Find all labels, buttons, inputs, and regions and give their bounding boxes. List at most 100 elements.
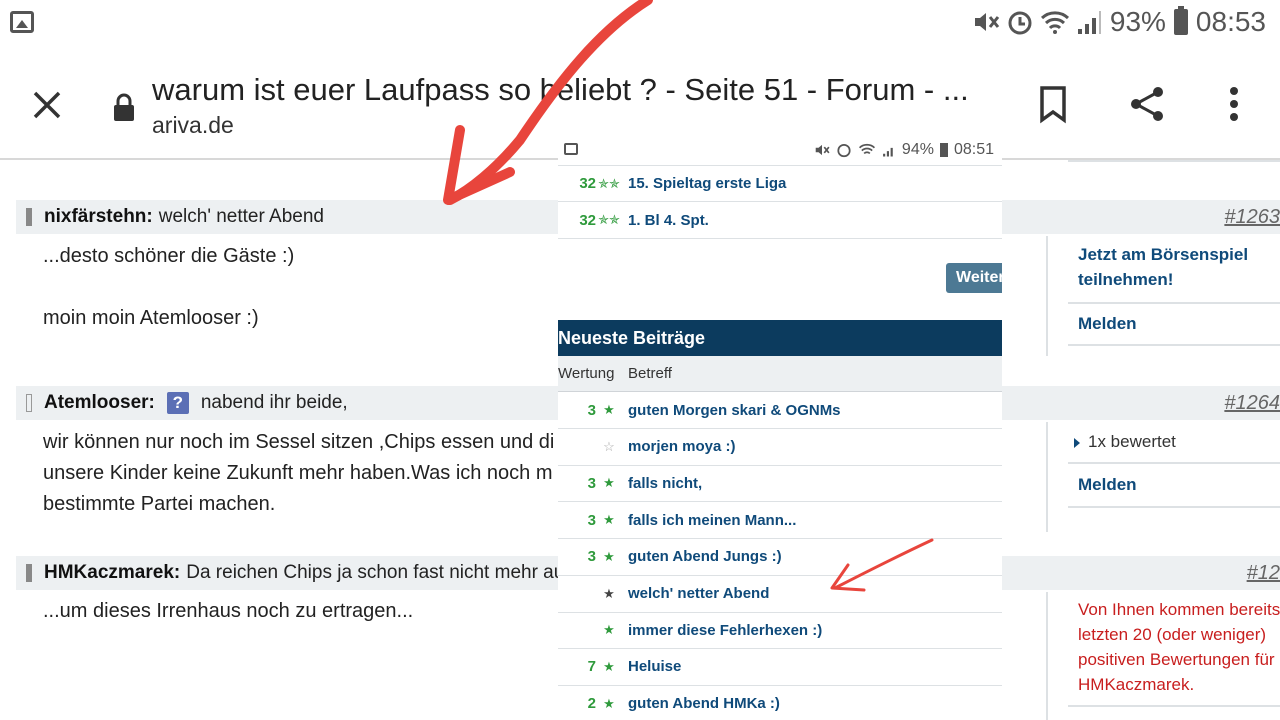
rating-score: 7 — [587, 658, 596, 676]
rating-score: 32 — [579, 211, 596, 229]
status-bar: 93% 08:53 — [0, 0, 1280, 46]
section-title: Neueste Beiträge — [558, 320, 1002, 356]
post-subject: Da reichen Chips ja schon fast nicht meh… — [186, 562, 565, 583]
post-number[interactable]: #1264 — [1224, 392, 1280, 415]
close-icon[interactable] — [30, 88, 64, 122]
column-header-subject[interactable]: Betreff — [628, 365, 672, 382]
list-item[interactable]: 32 ✯✯ 1. Bl 4. Spt. — [558, 202, 1002, 239]
post-link[interactable]: morjen moya :) — [628, 438, 736, 455]
more-vert-icon[interactable] — [1214, 84, 1254, 124]
screen: 93% 08:53 warum ist euer Laufpass so bel… — [0, 0, 1280, 720]
page-title[interactable]: warum ist euer Laufpass so beliebt ? - S… — [152, 72, 982, 108]
table-row[interactable]: ★ welch' netter Abend — [558, 576, 1002, 613]
clock: 08:53 — [1195, 6, 1266, 37]
table-row[interactable]: ★ immer diese Fehlerhexen :) — [558, 612, 1002, 650]
wifi-icon — [1040, 11, 1069, 34]
rating-notice-line: HMKaczmarek. — [1078, 675, 1195, 694]
rating-score: 32 — [579, 175, 596, 192]
share-icon[interactable] — [1128, 84, 1168, 124]
lock-icon — [114, 93, 134, 121]
post-number[interactable]: #1263 — [1224, 206, 1280, 229]
sidebar-separator — [1068, 302, 1280, 304]
table-row[interactable]: ☆ morjen moya :) — [558, 429, 1002, 466]
boersenspiel-link-line: Jetzt am Börsenspiel — [1078, 245, 1249, 264]
post-link[interactable]: 15. Spieltag erste Liga — [628, 175, 786, 192]
table-row[interactable]: 3 ★ falls ich meinen Mann... — [558, 502, 1002, 540]
sidebar-separator — [1068, 344, 1280, 346]
overlay-screenshot: 94% 08:51 32 ✯✯ 15. Spieltag erste Liga … — [558, 135, 1002, 720]
mute-icon — [974, 13, 1000, 31]
battery-percent: 93% — [1109, 6, 1166, 37]
sidebar-separator — [1068, 705, 1280, 707]
mute-icon — [815, 144, 830, 156]
post-line — [43, 272, 294, 303]
sidebar-separator — [1068, 506, 1280, 508]
post-author[interactable]: HMKaczmarek: — [44, 562, 180, 584]
post-marker — [26, 208, 32, 226]
star-icon: ★ — [603, 475, 615, 491]
post-link[interactable]: guten Morgen skari & OGNMs — [628, 402, 841, 419]
signal-icon — [882, 147, 893, 157]
table-header: Wertung Betreff — [558, 356, 1002, 392]
report-link[interactable]: Melden — [1078, 472, 1137, 497]
column-header-rating[interactable]: Wertung — [558, 365, 628, 382]
bookmark-icon[interactable] — [1034, 84, 1074, 124]
overlay-battery-percent: 94% — [901, 141, 934, 158]
post-link[interactable]: immer diese Fehlerhexen :) — [628, 622, 822, 639]
rating-score: 2 — [587, 695, 596, 713]
table-row[interactable]: 7 ★ Heluise — [558, 649, 1002, 686]
post-link[interactable]: guten Abend Jungs :) — [628, 548, 782, 565]
star-icon: ★ — [603, 402, 615, 417]
post-link[interactable]: Heluise — [628, 658, 681, 675]
post-link[interactable]: 1. Bl 4. Spt. — [628, 212, 709, 229]
star-icon: ★ — [603, 695, 615, 711]
star-icon: ★ — [603, 512, 615, 528]
post-line: wir können nur noch im Sessel sitzen ,Ch… — [43, 431, 555, 453]
table-row[interactable]: 2 ★ guten Abend HMKa :) — [558, 686, 1002, 720]
post-author[interactable]: Atemlooser: — [44, 392, 155, 414]
post-author[interactable]: nixfärstehn: — [44, 206, 153, 228]
alarm-icon — [1008, 11, 1032, 35]
sidebar-divider — [1046, 592, 1048, 720]
alarm-icon — [837, 144, 851, 158]
rating-score: 3 — [587, 401, 596, 419]
star-icon: ☆ — [603, 438, 615, 454]
star-icon: ★ — [603, 585, 615, 601]
rating-notice-line: letzten 20 (oder weniger) — [1078, 625, 1267, 644]
post-line: moin moin Atemlooser :) — [43, 307, 259, 329]
list-item[interactable]: 32 ✯✯ 15. Spieltag erste Liga — [558, 165, 1002, 202]
table-row[interactable]: 3 ★ guten Abend Jungs :) — [558, 539, 1002, 576]
table-row[interactable]: 3 ★ falls nicht, — [558, 465, 1002, 503]
rating-count[interactable]: 1x bewertet — [1074, 432, 1176, 452]
star-icon: ★ — [603, 548, 615, 564]
sidebar-divider — [1046, 236, 1048, 356]
gallery-icon — [10, 11, 34, 33]
post-line: ...um dieses Irrenhaus noch zu ertragen.… — [43, 600, 414, 622]
rating-notice-line: positiven Bewertungen für — [1078, 650, 1275, 669]
sidebar-separator — [1068, 462, 1280, 464]
post-marker — [26, 564, 32, 582]
rating-count-label: 1x bewertet — [1088, 432, 1176, 451]
post-link[interactable]: falls ich meinen Mann... — [628, 512, 796, 529]
post-link[interactable]: falls nicht, — [628, 475, 702, 492]
report-link[interactable]: Melden — [1078, 311, 1137, 336]
rating-score: 3 — [587, 511, 596, 529]
question-icon[interactable]: ? — [166, 392, 189, 414]
table-row[interactable]: 3 ★ guten Morgen skari & OGNMs — [558, 392, 1002, 429]
post-link[interactable]: welch' netter Abend — [628, 585, 769, 602]
boersenspiel-link[interactable]: Jetzt am Börsenspiel teilnehmen! — [1078, 242, 1248, 292]
post-number[interactable]: #12 — [1247, 562, 1280, 585]
sidebar-divider — [1046, 422, 1048, 532]
rating-notice-line: Von Ihnen kommen bereits — [1078, 600, 1280, 619]
battery-icon — [939, 143, 948, 157]
post-link[interactable]: guten Abend HMKa :) — [628, 695, 780, 712]
overlay-status-bar: 94% 08:51 — [558, 135, 1002, 165]
post-body: ...um dieses Irrenhaus noch zu ertragen.… — [43, 596, 413, 627]
more-button[interactable]: Weiter — [946, 263, 1002, 293]
post-subject: welch' netter Abend — [158, 206, 324, 227]
rating-score: 3 — [587, 548, 596, 566]
page-domain[interactable]: ariva.de — [152, 112, 234, 139]
star-icon: ✯✯ — [598, 212, 620, 227]
post-subject: nabend ihr beide, — [200, 392, 348, 413]
boersenspiel-link-line: teilnehmen! — [1078, 270, 1174, 289]
